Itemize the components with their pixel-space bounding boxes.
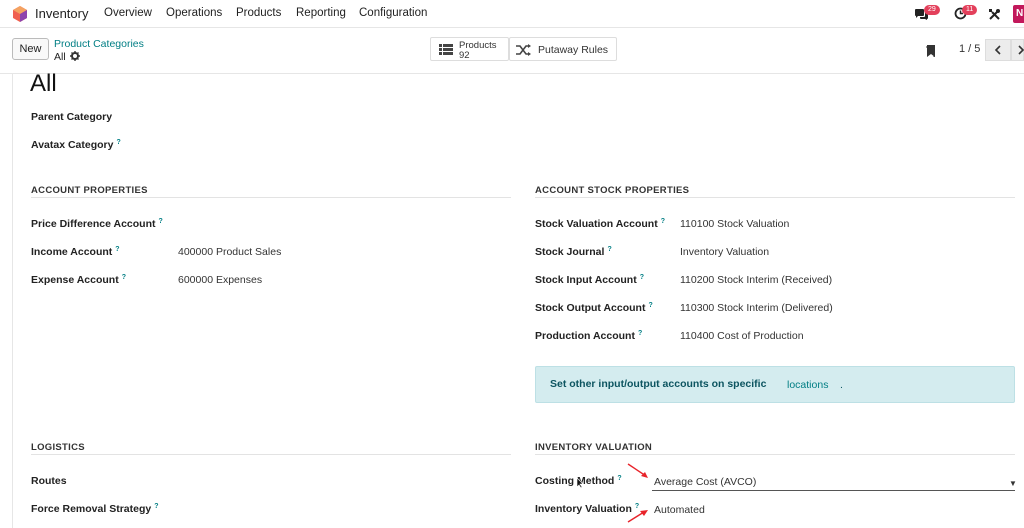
menu-configuration[interactable]: Configuration <box>359 7 427 19</box>
shuffle-icon <box>516 44 531 56</box>
section-divider <box>31 197 511 198</box>
costing-method-underline <box>652 490 1015 491</box>
menu-overview[interactable]: Overview <box>104 7 152 19</box>
parent-category-label: Parent Category <box>31 111 113 123</box>
inventory-valuation-label: Inventory Valuation? <box>535 503 640 515</box>
menu-reporting[interactable]: Reporting <box>296 7 346 19</box>
stock-journal-field[interactable]: Inventory Valuation <box>680 246 769 258</box>
breadcrumb-current: All <box>54 51 66 63</box>
pager-value[interactable]: 1 / 5 <box>959 43 980 55</box>
section-divider <box>31 454 511 455</box>
app-name[interactable]: Inventory <box>35 6 88 21</box>
production-account-field[interactable]: 110400 Cost of Production <box>680 330 804 342</box>
stock-output-account-label: Stock Output Account? <box>535 302 653 314</box>
help-icon[interactable]: ? <box>122 274 126 281</box>
production-account-label: Production Account? <box>535 330 643 342</box>
menu-products[interactable]: Products <box>236 7 281 19</box>
pager-next-button[interactable] <box>1011 39 1024 61</box>
stock-journal-label: Stock Journal? <box>535 246 612 258</box>
alert-message: Set other input/output accounts on speci… <box>550 378 767 390</box>
help-icon[interactable]: ? <box>116 139 120 146</box>
help-icon[interactable]: ? <box>154 503 158 510</box>
help-icon[interactable]: ? <box>158 218 162 225</box>
stock-valuation-account-field[interactable]: 110100 Stock Valuation <box>680 218 789 230</box>
pager-previous-button[interactable] <box>985 39 1011 61</box>
account-stock-properties-heading: ACCOUNT STOCK PROPERTIES <box>535 185 690 196</box>
mouse-cursor-icon <box>576 477 584 489</box>
expense-account-field[interactable]: 600000 Expenses <box>178 274 262 286</box>
annotation-arrow-icon <box>627 463 648 478</box>
section-divider <box>535 454 1015 455</box>
help-icon[interactable]: ? <box>640 274 644 281</box>
section-divider <box>535 197 1015 198</box>
inventory-app-icon[interactable] <box>12 6 28 22</box>
income-account-label: Income Account? <box>31 246 120 258</box>
help-icon[interactable]: ? <box>115 246 119 253</box>
costing-method-select[interactable]: Average Cost (AVCO) <box>654 476 756 488</box>
annotation-arrow-icon <box>627 510 648 523</box>
help-icon[interactable]: ? <box>638 330 642 337</box>
account-properties-heading: ACCOUNT PROPERTIES <box>31 185 148 196</box>
activities-badge: 11 <box>962 5 978 15</box>
avatax-category-label: Avatax Category? <box>31 139 121 151</box>
stock-output-account-field[interactable]: 110300 Stock Interim (Delivered) <box>680 302 833 314</box>
help-icon[interactable]: ? <box>661 218 665 225</box>
alert-suffix: . <box>840 379 843 391</box>
stock-input-account-label: Stock Input Account? <box>535 274 644 286</box>
category-title[interactable]: All <box>30 70 57 98</box>
force-removal-strategy-label: Force Removal Strategy? <box>31 503 159 515</box>
breadcrumb-product-categories[interactable]: Product Categories <box>54 38 144 50</box>
chevron-left-icon <box>994 45 1001 55</box>
inventory-valuation-field[interactable]: Automated <box>654 504 705 516</box>
putaway-rules-label: Putaway Rules <box>538 44 609 56</box>
logistics-heading: LOGISTICS <box>31 442 85 453</box>
menu-operations[interactable]: Operations <box>166 7 222 19</box>
products-smart-count: 92 <box>459 50 470 61</box>
top-navbar: Inventory Overview Operations Products R… <box>0 0 1024 28</box>
info-alert: Set other input/output accounts on speci… <box>535 366 1015 403</box>
new-button[interactable]: New <box>12 38 49 60</box>
control-panel: New Product Categories All Products 92 P… <box>0 28 1024 74</box>
routes-label: Routes <box>31 475 67 487</box>
help-icon[interactable]: ? <box>607 246 611 253</box>
products-smart-button[interactable]: Products 92 <box>430 37 509 61</box>
help-icon[interactable]: ? <box>617 475 621 482</box>
dropdown-caret-icon[interactable]: ▼ <box>1009 479 1017 488</box>
putaway-rules-smart-button[interactable]: Putaway Rules <box>509 37 617 61</box>
income-account-field[interactable]: 400000 Product Sales <box>178 246 281 258</box>
inventory-valuation-heading: INVENTORY VALUATION <box>535 442 653 453</box>
stock-input-account-field[interactable]: 110200 Stock Interim (Received) <box>680 274 832 286</box>
locations-link[interactable]: locations <box>787 379 828 391</box>
stock-valuation-account-label: Stock Valuation Account? <box>535 218 665 230</box>
user-avatar[interactable]: N <box>1013 5 1024 23</box>
chevron-right-icon <box>1018 45 1024 55</box>
messages-badge: 29 <box>924 5 940 15</box>
expense-account-label: Expense Account? <box>31 274 126 286</box>
help-icon[interactable]: ? <box>648 302 652 309</box>
bookmark-icon[interactable] <box>926 45 936 57</box>
tools-icon[interactable] <box>988 8 1001 21</box>
form-sheet <box>12 74 1024 528</box>
list-icon <box>439 44 453 55</box>
price-difference-account-label: Price Difference Account? <box>31 218 163 230</box>
gear-icon[interactable] <box>70 51 80 61</box>
